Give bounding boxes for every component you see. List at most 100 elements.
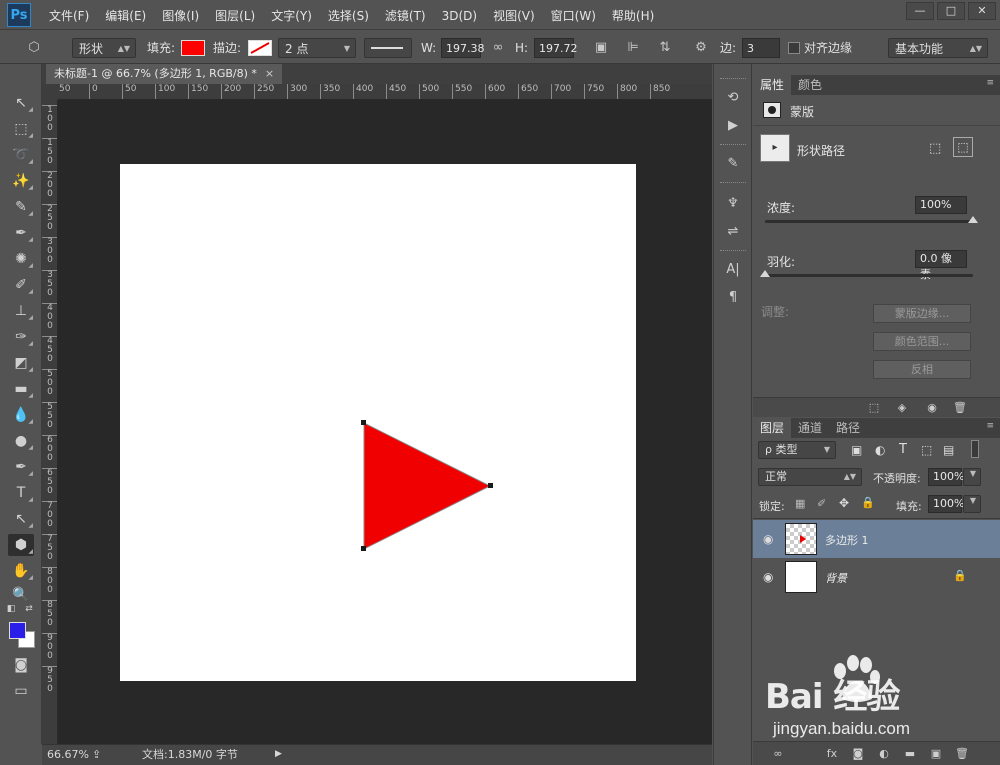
- path-selection-tool-icon[interactable]: ↖ ◢: [8, 508, 34, 530]
- lock-all-icon[interactable]: 🔒: [861, 496, 875, 509]
- mask-edge-button[interactable]: 蒙版边缘...: [873, 304, 971, 323]
- swap-colors-icon[interactable]: ⇄: [22, 602, 36, 616]
- filter-type-icon[interactable]: T: [899, 442, 907, 457]
- path-arrangement-icon[interactable]: ⇅: [654, 38, 676, 58]
- canvas-area[interactable]: [58, 100, 712, 744]
- fill-swatch[interactable]: [181, 40, 205, 56]
- vertical-ruler[interactable]: 1 0 0 1 5 0 2 0 0 2 5 0 3 0 0 3 5 0 4 0 0 4 5 0…: [42, 100, 58, 744]
- layer-name[interactable]: 多边形 1: [825, 532, 869, 548]
- select-path-icon[interactable]: ⬚: [953, 137, 973, 157]
- horizontal-ruler[interactable]: 50 0 50 100 150 200 250 300 350 400 450 500 550 600 65…: [58, 84, 712, 100]
- shape-path-thumbnail[interactable]: ▸: [760, 134, 790, 162]
- quick-mask-icon[interactable]: ◙: [8, 654, 34, 676]
- density-slider-thumb[interactable]: [968, 216, 978, 223]
- lasso-tool-icon[interactable]: ➰ ◢: [8, 144, 34, 166]
- pen-tool-icon[interactable]: ✒ ◢: [8, 456, 34, 478]
- menu-filter[interactable]: 滤镜(T): [377, 7, 434, 25]
- path-alignment-icon[interactable]: ⊫: [622, 38, 644, 58]
- panel-menu-icon[interactable]: ≡: [986, 78, 994, 88]
- tab-channels[interactable]: 通道: [791, 418, 829, 438]
- document-tab[interactable]: 未标题-1 @ 66.7% (多边形 1, RGB/8) * ×: [46, 64, 283, 84]
- eye-icon[interactable]: ◉: [763, 532, 773, 546]
- tab-layers[interactable]: 图层: [753, 418, 792, 438]
- tab-paths[interactable]: 路径: [829, 418, 867, 438]
- blend-mode-dropdown[interactable]: 正常 ▲▼: [758, 468, 862, 486]
- actions-panel-icon[interactable]: ▶: [722, 116, 744, 136]
- panel-menu-icon[interactable]: ≡: [986, 421, 994, 431]
- hand-tool-icon[interactable]: ✋ ◢: [8, 560, 34, 582]
- minimize-button[interactable]: —: [906, 2, 934, 20]
- type-tool-icon[interactable]: T ◢: [8, 482, 34, 504]
- path-operations-icon[interactable]: ▣: [590, 38, 612, 58]
- stroke-swatch[interactable]: [248, 40, 272, 56]
- close-button[interactable]: ✕: [968, 2, 996, 20]
- feather-field[interactable]: 0.0 像素: [915, 250, 967, 281]
- tab-color[interactable]: 颜色: [791, 75, 829, 95]
- ruler-corner[interactable]: [42, 84, 58, 100]
- paragraph-panel-icon[interactable]: ¶: [722, 288, 744, 308]
- polygon-shape[interactable]: [363, 422, 492, 550]
- foreground-color-swatch[interactable]: [9, 622, 26, 639]
- menu-3d[interactable]: 3D(D): [434, 7, 485, 25]
- filter-pixel-icon[interactable]: ▣: [851, 443, 862, 457]
- menu-layer[interactable]: 图层(L): [207, 7, 263, 25]
- add-mask-icon[interactable]: ⬚: [929, 141, 941, 156]
- gradient-tool-icon[interactable]: ▬ ◢: [8, 378, 34, 400]
- menu-edit[interactable]: 编辑(E): [97, 7, 154, 25]
- default-colors-icon[interactable]: ◧: [4, 602, 18, 616]
- panel-grip[interactable]: [720, 144, 746, 147]
- export-icon[interactable]: ⇪: [92, 745, 101, 764]
- height-field[interactable]: 197.72: [534, 38, 578, 58]
- panel-grip[interactable]: [720, 182, 746, 185]
- menu-help[interactable]: 帮助(H): [604, 7, 662, 25]
- color-range-button[interactable]: 颜色范围...: [873, 332, 971, 351]
- screen-mode-icon[interactable]: ▭: [8, 680, 34, 702]
- magic-wand-tool-icon[interactable]: ✨ ◢: [8, 170, 34, 192]
- sides-field[interactable]: 3: [742, 38, 780, 58]
- gear-icon[interactable]: ⚙: [690, 38, 712, 58]
- anchor-point[interactable]: [361, 546, 366, 551]
- load-selection-icon[interactable]: ⬚: [865, 399, 883, 417]
- polygon-tool-preset-icon[interactable]: ⬡: [22, 38, 46, 58]
- clone-stamp-tool-icon[interactable]: ⊥ ◢: [8, 300, 34, 322]
- zoom-level[interactable]: 66.67%: [47, 745, 89, 764]
- maximize-button[interactable]: □: [937, 2, 965, 20]
- menu-select[interactable]: 选择(S): [320, 7, 377, 25]
- eraser-tool-icon[interactable]: ◩ ◢: [8, 352, 34, 374]
- density-slider[interactable]: [765, 220, 973, 223]
- stroke-type-dropdown[interactable]: [364, 38, 412, 58]
- crop-tool-icon[interactable]: ✎ ◢: [8, 196, 34, 218]
- character-panel-icon[interactable]: A|: [722, 260, 744, 280]
- eye-icon[interactable]: ◉: [763, 570, 773, 584]
- layer-row[interactable]: ◉ 多边形 1: [753, 520, 1000, 558]
- lock-pixels-icon[interactable]: ✐: [817, 497, 826, 510]
- clone-source-panel-icon[interactable]: ⇌: [722, 222, 744, 242]
- feather-slider-thumb[interactable]: [760, 270, 770, 277]
- layer-row[interactable]: ◉ 背景 🔒: [753, 558, 1000, 596]
- fill-field[interactable]: 100%: [928, 495, 964, 513]
- invert-button[interactable]: 反相: [873, 360, 971, 379]
- eyedropper-tool-icon[interactable]: ✒ ◢: [8, 222, 34, 244]
- layer-thumbnail[interactable]: [785, 523, 817, 555]
- anchor-point[interactable]: [361, 420, 366, 425]
- layer-thumbnail[interactable]: [785, 561, 817, 593]
- link-icon[interactable]: ∞: [488, 38, 508, 58]
- anchor-point[interactable]: [488, 483, 493, 488]
- marquee-tool-icon[interactable]: ⬚ ◢: [8, 118, 34, 140]
- blur-tool-icon[interactable]: 💧 ◢: [8, 404, 34, 426]
- opacity-dropdown[interactable]: ▼: [963, 468, 981, 486]
- trash-icon[interactable]: 🗑: [951, 399, 969, 417]
- eye-icon[interactable]: ◉: [923, 399, 941, 417]
- healing-brush-tool-icon[interactable]: ✺ ◢: [8, 248, 34, 270]
- menu-type[interactable]: 文字(Y): [263, 7, 320, 25]
- brush-panel-icon[interactable]: ♆: [722, 194, 744, 214]
- history-panel-icon[interactable]: ⟲: [722, 88, 744, 108]
- menu-view[interactable]: 视图(V): [485, 7, 543, 25]
- filter-adjustment-icon[interactable]: ◐: [875, 443, 885, 457]
- menu-image[interactable]: 图像(I): [154, 7, 207, 25]
- menu-file[interactable]: 文件(F): [41, 7, 97, 25]
- move-tool-icon[interactable]: ↖ ◢: [8, 92, 34, 114]
- close-tab-icon[interactable]: ×: [265, 67, 274, 80]
- lock-transparency-icon[interactable]: ▦: [795, 497, 805, 510]
- workspace-dropdown[interactable]: 基本功能 ▲▼: [888, 38, 988, 58]
